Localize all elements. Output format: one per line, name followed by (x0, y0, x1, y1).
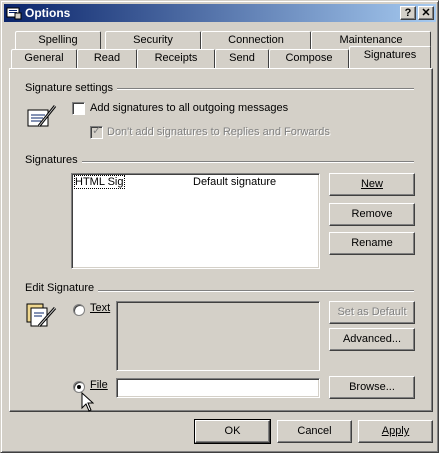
set-as-default-button[interactable]: Set as Default (329, 301, 415, 324)
tab-general[interactable]: General (11, 49, 77, 68)
signature-text-area[interactable] (116, 301, 320, 371)
add-signatures-label: Add signatures to all outgoing messages (90, 102, 289, 114)
signatures-label: Signatures (25, 154, 82, 166)
advanced-button[interactable]: Advanced... (329, 328, 415, 351)
tab-connection[interactable]: Connection (201, 31, 311, 50)
signature-name: HTML Sig (74, 175, 125, 189)
tab-send[interactable]: Send (215, 49, 269, 68)
tab-signatures[interactable]: Signatures (349, 46, 431, 68)
edit-signature-label: Edit Signature (25, 282, 99, 294)
browse-button[interactable]: Browse... (329, 376, 415, 399)
signature-pen-icon (25, 100, 59, 137)
add-signatures-checkbox[interactable] (72, 102, 85, 115)
options-dialog: Options ? ✕ Spelling Security Connection… (0, 0, 439, 453)
dont-add-replies-checkbox[interactable]: ✓ (90, 125, 103, 139)
ok-button[interactable]: OK (194, 419, 271, 444)
dont-add-replies-label: Don't add signatures to Replies and Forw… (107, 126, 330, 138)
divider (26, 161, 414, 163)
text-radio[interactable] (73, 304, 85, 316)
apply-button[interactable]: Apply (358, 420, 433, 443)
list-item[interactable]: HTML Sig Default signature (74, 175, 317, 190)
file-radio-label: File (90, 379, 108, 391)
edit-signature-icon (25, 298, 59, 335)
window-title: Options (25, 6, 71, 20)
signature-settings-label: Signature settings (25, 82, 118, 94)
close-button[interactable]: ✕ (418, 6, 434, 20)
check-icon: ✓ (92, 125, 102, 137)
help-button[interactable]: ? (400, 6, 416, 20)
options-app-icon (6, 5, 22, 21)
tab-receipts[interactable]: Receipts (137, 49, 215, 68)
text-radio-label: Text (90, 302, 111, 314)
remove-button[interactable]: Remove (329, 203, 415, 226)
signature-status: Default signature (193, 176, 277, 188)
radio-selected-dot (77, 385, 81, 389)
tab-read[interactable]: Read (77, 49, 137, 68)
mouse-cursor-icon (81, 391, 95, 415)
rename-button[interactable]: Rename (329, 232, 415, 255)
tab-compose[interactable]: Compose (269, 49, 349, 68)
tab-security[interactable]: Security (105, 31, 201, 50)
file-path-input[interactable] (116, 378, 320, 398)
tab-spelling[interactable]: Spelling (15, 31, 101, 50)
signatures-list[interactable]: HTML Sig Default signature (71, 173, 320, 269)
new-button[interactable]: New (329, 173, 415, 196)
cancel-button[interactable]: Cancel (277, 420, 352, 443)
title-bar[interactable]: Options ? ✕ (4, 4, 436, 22)
signatures-panel: Signature settings Add signatures to all… (9, 68, 433, 412)
